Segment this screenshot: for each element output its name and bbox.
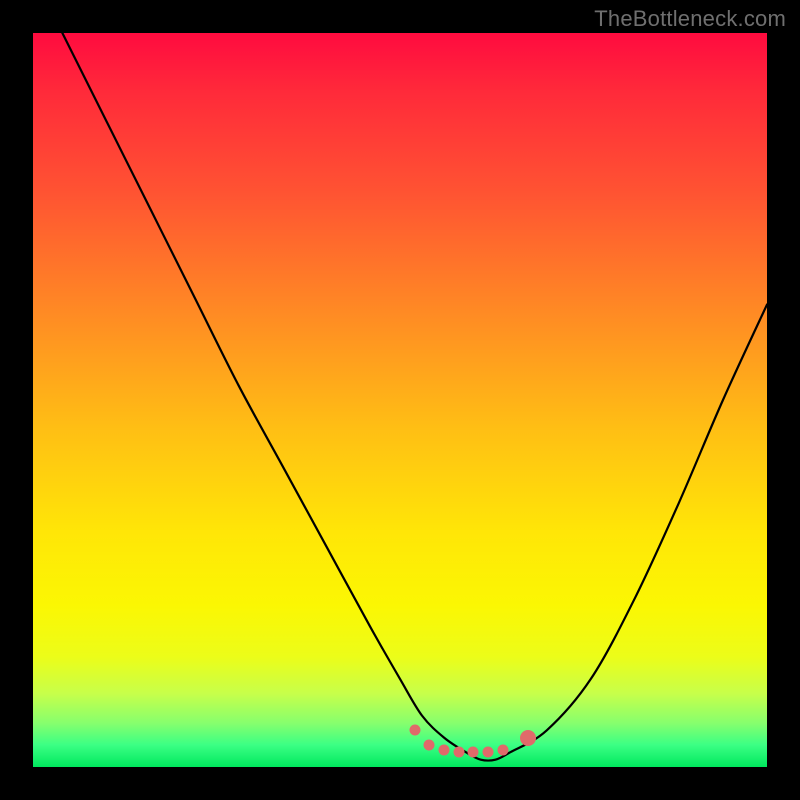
- curve-layer: [33, 33, 767, 767]
- marker-optimal-d: [468, 747, 479, 758]
- chart-stage: TheBottleneck.com: [0, 0, 800, 800]
- marker-optimal-e: [483, 747, 494, 758]
- marker-optimal-c: [453, 747, 464, 758]
- marker-optimal-start: [409, 725, 420, 736]
- bottleneck-curve: [62, 33, 767, 761]
- marker-optimal-a: [424, 739, 435, 750]
- marker-optimal-end: [520, 730, 536, 746]
- marker-optimal-b: [439, 745, 450, 756]
- watermark-text: TheBottleneck.com: [594, 6, 786, 32]
- plot-area: [33, 33, 767, 767]
- marker-optimal-f: [497, 745, 508, 756]
